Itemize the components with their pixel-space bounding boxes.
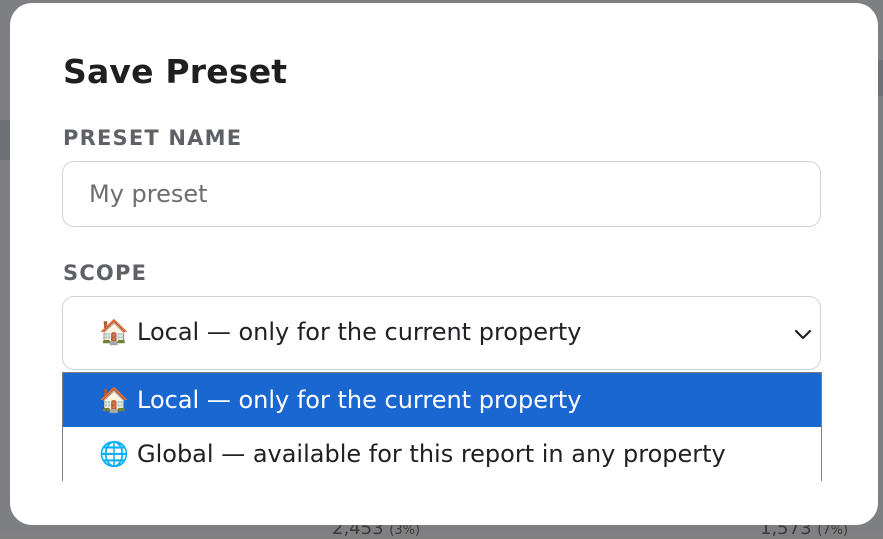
background-page-left-edge (0, 120, 10, 160)
chevron-down-icon[interactable] (792, 323, 814, 345)
house-icon: 🏠 (99, 386, 129, 414)
scope-selected-value: 🏠 Local — only for the current property (99, 318, 581, 346)
scope-label: SCOPE (63, 261, 148, 285)
scope-select[interactable]: 🏠 Local — only for the current property (62, 296, 821, 370)
scope-option-local[interactable]: 🏠 Local — only for the current property (63, 373, 821, 427)
scope-option-global[interactable]: 🌐 Global — available for this report in a… (63, 427, 821, 481)
dialog-title: Save Preset (63, 52, 288, 91)
save-preset-dialog: Save Preset PRESET NAME SCOPE 🏠 Local — o… (10, 3, 878, 525)
preset-name-input[interactable] (62, 161, 821, 227)
scope-option-label: Global — available for this report in an… (137, 440, 726, 468)
house-icon: 🏠 (99, 318, 129, 346)
scope-option-label: Local — only for the current property (137, 386, 582, 414)
scope-dropdown-list: 🏠 Local — only for the current property 🌐… (62, 372, 822, 481)
preset-name-label: PRESET NAME (63, 126, 243, 150)
globe-icon: 🌐 (99, 440, 129, 468)
scope-selected-label: Local — only for the current property (137, 318, 582, 346)
